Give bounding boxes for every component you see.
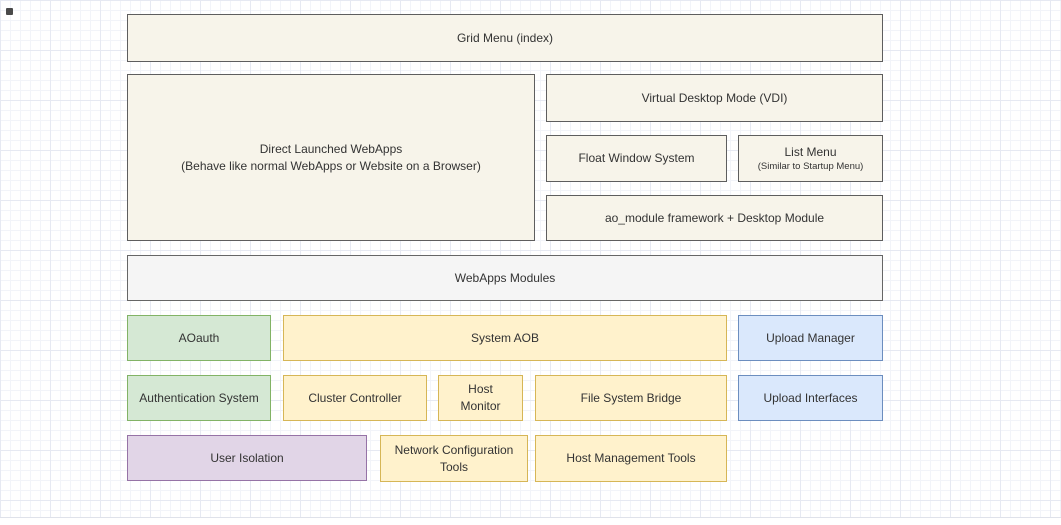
- grid-menu-label: Grid Menu (index): [457, 30, 553, 47]
- aoauth-box: AOauth: [127, 315, 271, 361]
- webapps-modules-label: WebApps Modules: [455, 270, 556, 287]
- list-menu-title: List Menu: [784, 144, 836, 161]
- aoauth-label: AOauth: [179, 330, 220, 347]
- grid-menu-box: Grid Menu (index): [127, 14, 883, 62]
- vdi-box: Virtual Desktop Mode (VDI): [546, 74, 883, 122]
- auth-system-label: Authentication System: [139, 390, 258, 407]
- file-system-bridge-box: File System Bridge: [535, 375, 727, 421]
- webapps-modules-box: WebApps Modules: [127, 255, 883, 301]
- diagram-canvas: Grid Menu (index) Direct Launched WebApp…: [0, 0, 1061, 525]
- vdi-label: Virtual Desktop Mode (VDI): [642, 90, 788, 107]
- canvas-corner-mark: [6, 8, 13, 15]
- float-window-label: Float Window System: [578, 150, 694, 167]
- file-system-bridge-label: File System Bridge: [581, 390, 682, 407]
- upload-interfaces-box: Upload Interfaces: [738, 375, 883, 421]
- host-monitor-label: Host Monitor: [447, 381, 514, 415]
- network-config-tools-label: Network Configuration Tools: [389, 442, 519, 476]
- upload-manager-box: Upload Manager: [738, 315, 883, 361]
- upload-interfaces-label: Upload Interfaces: [763, 390, 857, 407]
- host-management-tools-label: Host Management Tools: [566, 450, 695, 467]
- list-menu-subtitle: (Similar to Startup Menu): [758, 161, 864, 173]
- upload-manager-label: Upload Manager: [766, 330, 855, 347]
- cluster-controller-box: Cluster Controller: [283, 375, 427, 421]
- host-management-tools-box: Host Management Tools: [535, 435, 727, 482]
- list-menu-box: List Menu (Similar to Startup Menu): [738, 135, 883, 182]
- host-monitor-box: Host Monitor: [438, 375, 523, 421]
- direct-webapps-title: Direct Launched WebApps: [260, 141, 403, 158]
- cluster-controller-label: Cluster Controller: [308, 390, 401, 407]
- direct-webapps-box: Direct Launched WebApps (Behave like nor…: [127, 74, 535, 241]
- auth-system-box: Authentication System: [127, 375, 271, 421]
- system-aob-label: System AOB: [471, 330, 539, 347]
- ao-module-label: ao_module framework + Desktop Module: [605, 210, 824, 227]
- system-aob-box: System AOB: [283, 315, 727, 361]
- network-config-tools-box: Network Configuration Tools: [380, 435, 528, 482]
- float-window-box: Float Window System: [546, 135, 727, 182]
- direct-webapps-subtitle: (Behave like normal WebApps or Website o…: [181, 158, 481, 175]
- user-isolation-label: User Isolation: [210, 450, 283, 467]
- ao-module-box: ao_module framework + Desktop Module: [546, 195, 883, 241]
- user-isolation-box: User Isolation: [127, 435, 367, 481]
